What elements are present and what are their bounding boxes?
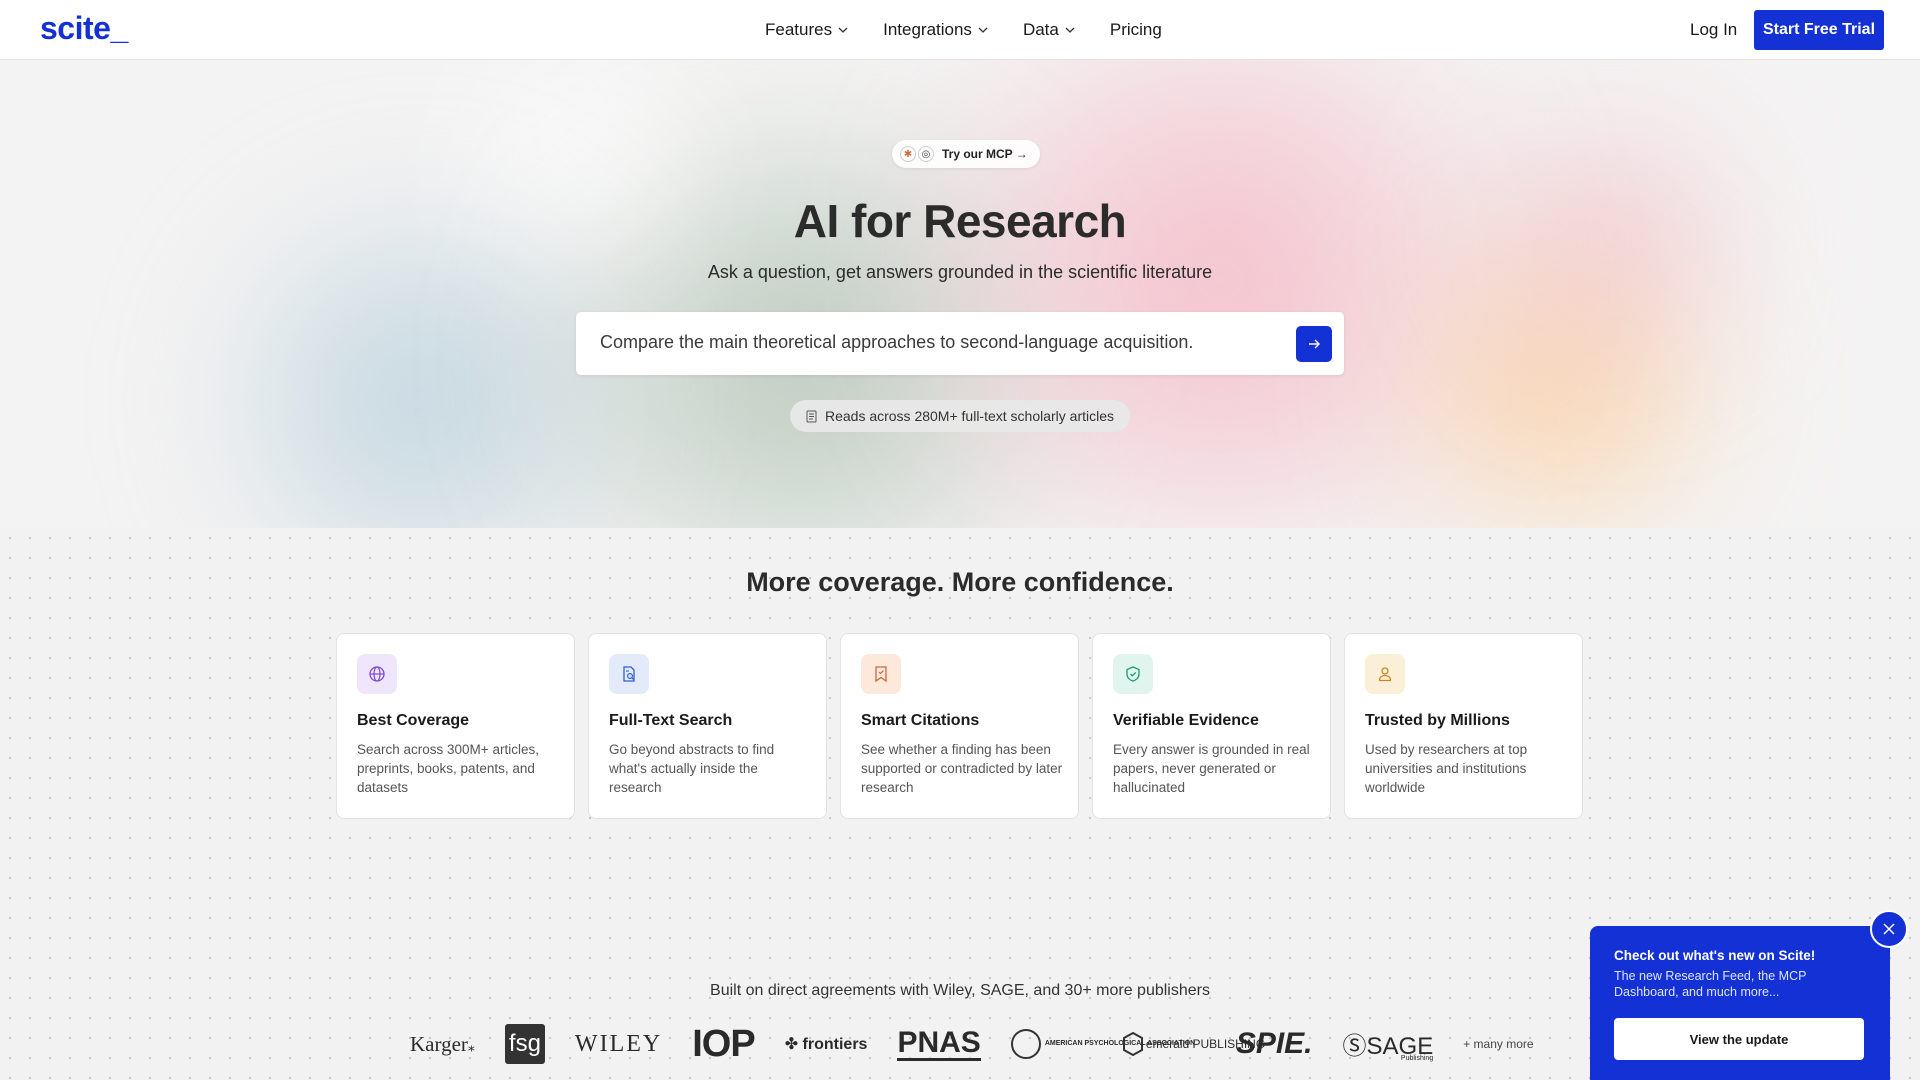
card-title: Full-Text Search xyxy=(609,712,733,729)
top-navigation-bar: scite_ Features Integrations Data Pricin… xyxy=(0,0,1920,60)
close-icon xyxy=(1883,923,1895,935)
chevron-down-icon xyxy=(838,27,848,33)
document-icon xyxy=(806,410,817,422)
chevron-down-icon xyxy=(978,27,988,33)
card-description: Search across 300M+ articles, preprints,… xyxy=(357,742,539,795)
user-icon xyxy=(1378,667,1392,682)
close-popup-button[interactable] xyxy=(1870,910,1908,948)
chevron-down-icon xyxy=(1065,27,1075,33)
document-search-icon xyxy=(623,666,635,682)
wiley-logo: WILEY xyxy=(574,1030,663,1057)
emerald-logo: emerald PUBLISHING xyxy=(1122,1032,1265,1056)
hero-subtitle: Ask a question, get answers grounded in … xyxy=(707,262,1213,282)
card-icon-wrap xyxy=(1113,654,1153,694)
nav-features-label: Features xyxy=(765,20,833,39)
card-description: Every answer is grounded in real papers,… xyxy=(1113,742,1310,795)
feature-card-full-text-search: Full-Text Search Go beyond abstracts to … xyxy=(588,633,827,819)
nav-integrations-label: Integrations xyxy=(883,20,972,39)
bookmark-icon xyxy=(875,666,887,683)
nav-pricing-label: Pricing xyxy=(1109,20,1162,39)
scite-logo[interactable]: scite_ xyxy=(40,10,128,47)
submit-question-button[interactable] xyxy=(1296,326,1332,362)
nav-integrations[interactable]: Integrations xyxy=(883,20,989,40)
sage-logo: ⓈSAGE Publishing xyxy=(1342,1033,1434,1062)
popup-title: Check out what's new on Scite! xyxy=(1614,948,1816,963)
reads-across-label: Reads across 280M+ full-text scholarly a… xyxy=(824,408,1115,424)
start-free-trial-button[interactable]: Start Free Trial xyxy=(1754,10,1884,50)
mcp-icons: ✱ ◎ xyxy=(900,146,936,162)
card-description: Used by researchers at top universities … xyxy=(1365,742,1528,795)
card-icon-wrap xyxy=(357,654,397,694)
popup-body: The new Research Feed, the MCP Dashboard… xyxy=(1614,969,1807,999)
research-question-box xyxy=(576,312,1344,375)
question-input[interactable] xyxy=(600,332,1280,353)
try-mcp-label: Try our MCP → xyxy=(942,147,1028,161)
shield-check-icon xyxy=(1126,666,1140,682)
many-more-label: + many more xyxy=(1463,1037,1534,1051)
card-icon-wrap xyxy=(861,654,901,694)
main-nav: Features Integrations Data Pricing xyxy=(765,0,1196,60)
coverage-heading: More coverage. More confidence. xyxy=(746,567,1174,597)
fsg-logo: fsg xyxy=(504,1024,545,1064)
frontiers-logo: ✤ frontiers xyxy=(784,1036,868,1053)
card-description: See whether a finding has been supported… xyxy=(861,742,1063,795)
whats-new-popup: Check out what's new on Scite! The new R… xyxy=(1590,926,1890,1080)
page-title: AI for Research xyxy=(793,195,1127,247)
try-mcp-pill[interactable]: ✱ ◎ Try our MCP → xyxy=(892,140,1040,168)
globe-icon xyxy=(369,666,385,682)
feature-card-smart-citations: Smart Citations See whether a finding ha… xyxy=(840,633,1079,819)
reads-across-badge: Reads across 280M+ full-text scholarly a… xyxy=(790,400,1130,432)
arrow-right-icon xyxy=(1309,339,1320,349)
nav-pricing[interactable]: Pricing xyxy=(1110,20,1162,40)
karger-logo: Karger⁎ xyxy=(410,1031,475,1056)
card-icon-wrap xyxy=(609,654,649,694)
card-title: Best Coverage xyxy=(357,712,470,729)
hero-section xyxy=(0,60,1920,528)
apa-logo: AMERICAN PSYCHOLOGICAL ASSOCIATION xyxy=(1010,1029,1195,1059)
feature-cards: Best Coverage Search across 300M+ articl… xyxy=(336,633,1583,819)
claude-icon: ✱ xyxy=(900,146,916,162)
feature-card-trusted-by-millions: Trusted by Millions Used by researchers … xyxy=(1344,633,1583,819)
spie-logo: SPIE. xyxy=(1235,1027,1313,1060)
login-link[interactable]: Log In xyxy=(1690,20,1737,40)
nav-data[interactable]: Data xyxy=(1023,20,1076,40)
publisher-logos: Karger⁎ fsg WILEY IOP ✤ frontiers PNAS A… xyxy=(410,1022,1564,1066)
card-icon-wrap xyxy=(1365,654,1405,694)
iop-logo: IOP xyxy=(692,1022,755,1065)
card-title: Trusted by Millions xyxy=(1365,712,1510,729)
feature-card-verifiable-evidence: Verifiable Evidence Every answer is grou… xyxy=(1092,633,1331,819)
view-update-button[interactable]: View the update xyxy=(1614,1018,1864,1060)
card-title: Verifiable Evidence xyxy=(1113,712,1259,729)
card-title: Smart Citations xyxy=(861,712,980,729)
feature-card-best-coverage: Best Coverage Search across 300M+ articl… xyxy=(336,633,575,819)
nav-data-label: Data xyxy=(1022,20,1059,39)
pnas-logo: PNAS xyxy=(897,1025,981,1061)
openai-icon: ◎ xyxy=(918,146,934,162)
nav-features[interactable]: Features xyxy=(765,20,849,40)
card-description: Go beyond abstracts to find what's actua… xyxy=(609,742,775,795)
